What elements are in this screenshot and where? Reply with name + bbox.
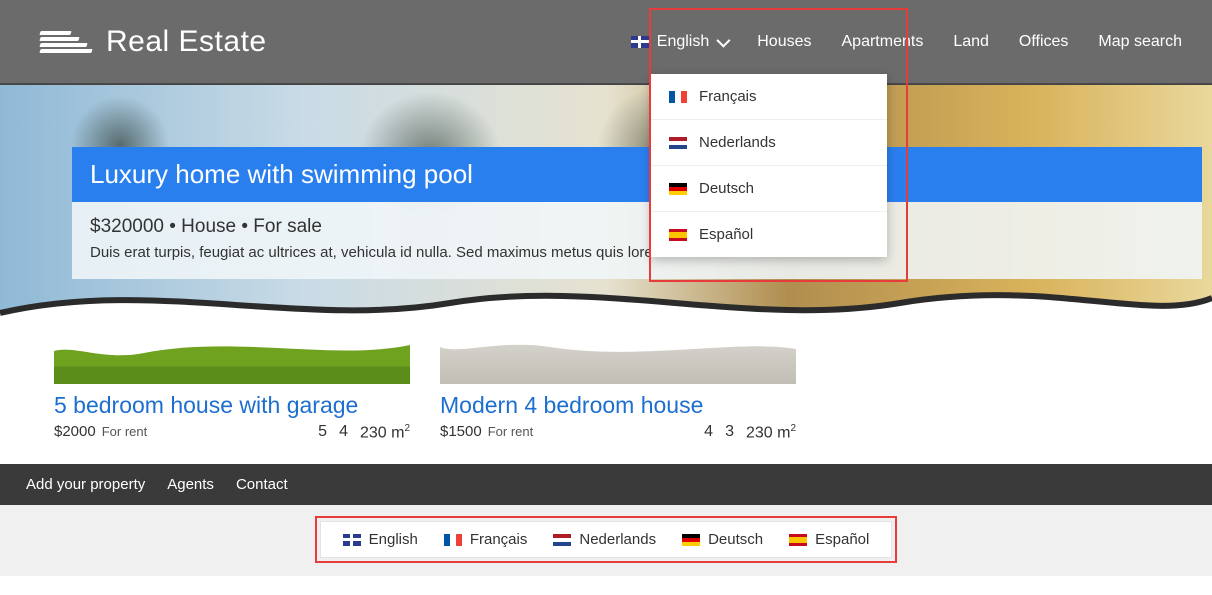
footer-language-option[interactable]: Deutsch — [682, 531, 763, 548]
uk-flag-icon — [631, 36, 649, 48]
language-selector[interactable]: English — [631, 33, 727, 51]
nav-land[interactable]: Land — [953, 33, 989, 51]
listing-price: $2000 — [54, 423, 96, 440]
main-nav: English Houses Apartments Land Offices M… — [631, 33, 1182, 51]
logo-icon — [40, 20, 92, 64]
footer-language-option[interactable]: Español — [789, 531, 869, 548]
site-logo[interactable]: Real Estate — [40, 20, 267, 64]
listing-title: 5 bedroom house with garage — [54, 392, 410, 419]
hero-title: Luxury home with swimming pool — [72, 147, 1202, 202]
listing-info-row: $1500 For rent 4 3 230 m2 — [440, 423, 796, 442]
listing-beds: 4 — [704, 423, 713, 442]
nav-map-search[interactable]: Map search — [1098, 33, 1182, 51]
listing-status: For rent — [488, 424, 534, 439]
footer-dark: Add your property Agents Contact — [0, 464, 1212, 505]
hero-panel: Luxury home with swimming pool $320000 •… — [72, 147, 1202, 279]
footer-language-option[interactable]: English — [343, 531, 418, 548]
logo-text: Real Estate — [106, 25, 267, 59]
nav-houses[interactable]: Houses — [757, 33, 811, 51]
footer-contact[interactable]: Contact — [236, 476, 288, 493]
nav-offices[interactable]: Offices — [1019, 33, 1069, 51]
footer-add-property[interactable]: Add your property — [26, 476, 145, 493]
chevron-down-icon — [717, 33, 731, 47]
language-option-label: Nederlands — [699, 134, 776, 151]
de-flag-icon — [669, 183, 687, 195]
language-option[interactable]: Français — [651, 74, 887, 120]
listing-title: Modern 4 bedroom house — [440, 392, 796, 419]
listing-status: For rent — [102, 424, 148, 439]
language-option[interactable]: Nederlands — [651, 120, 887, 166]
site-header: Real Estate English Houses Apartments La… — [0, 0, 1212, 84]
es-flag-icon — [669, 229, 687, 241]
footer-language-bar: English Français Nederlands Deutsch Espa… — [320, 521, 893, 558]
listing-price: $1500 — [440, 423, 482, 440]
listing-area: 230 m2 — [360, 423, 410, 442]
listing-info-row: $2000 For rent 5 4 230 m2 — [54, 423, 410, 442]
nl-flag-icon — [669, 137, 687, 149]
section-divider-wave — [0, 273, 1212, 332]
listing-thumbnail — [440, 340, 796, 384]
hero-description: Duis erat turpis, feugiat ac ultrices at… — [72, 244, 1202, 261]
es-flag-icon — [789, 534, 807, 546]
listing-baths: 3 — [725, 423, 734, 442]
listing-card[interactable]: Modern 4 bedroom house $1500 For rent 4 … — [440, 340, 796, 442]
listing-thumbnail — [54, 340, 410, 384]
language-option-label: Deutsch — [699, 180, 754, 197]
uk-flag-icon — [343, 534, 361, 546]
fr-flag-icon — [444, 534, 462, 546]
language-dropdown: Français Nederlands Deutsch Español — [651, 74, 887, 257]
language-option[interactable]: Español — [651, 212, 887, 257]
listing-beds: 5 — [318, 423, 327, 442]
hero-section: Luxury home with swimming pool $320000 •… — [0, 84, 1212, 332]
fr-flag-icon — [669, 91, 687, 103]
listing-area: 230 m2 — [746, 423, 796, 442]
listings-row: 5 bedroom house with garage $2000 For re… — [0, 332, 1212, 464]
listing-card[interactable]: 5 bedroom house with garage $2000 For re… — [54, 340, 410, 442]
footer-light: English Français Nederlands Deutsch Espa… — [0, 505, 1212, 576]
current-language-label: English — [657, 33, 709, 51]
nav-apartments[interactable]: Apartments — [842, 33, 924, 51]
footer-language-option[interactable]: Français — [444, 531, 528, 548]
language-option[interactable]: Deutsch — [651, 166, 887, 212]
nl-flag-icon — [553, 534, 571, 546]
footer-language-option[interactable]: Nederlands — [553, 531, 656, 548]
language-option-label: Español — [699, 226, 753, 243]
footer-agents[interactable]: Agents — [167, 476, 214, 493]
hero-meta: $320000 • House • For sale — [72, 202, 1202, 244]
language-option-label: Français — [699, 88, 757, 105]
de-flag-icon — [682, 534, 700, 546]
listing-baths: 4 — [339, 423, 348, 442]
